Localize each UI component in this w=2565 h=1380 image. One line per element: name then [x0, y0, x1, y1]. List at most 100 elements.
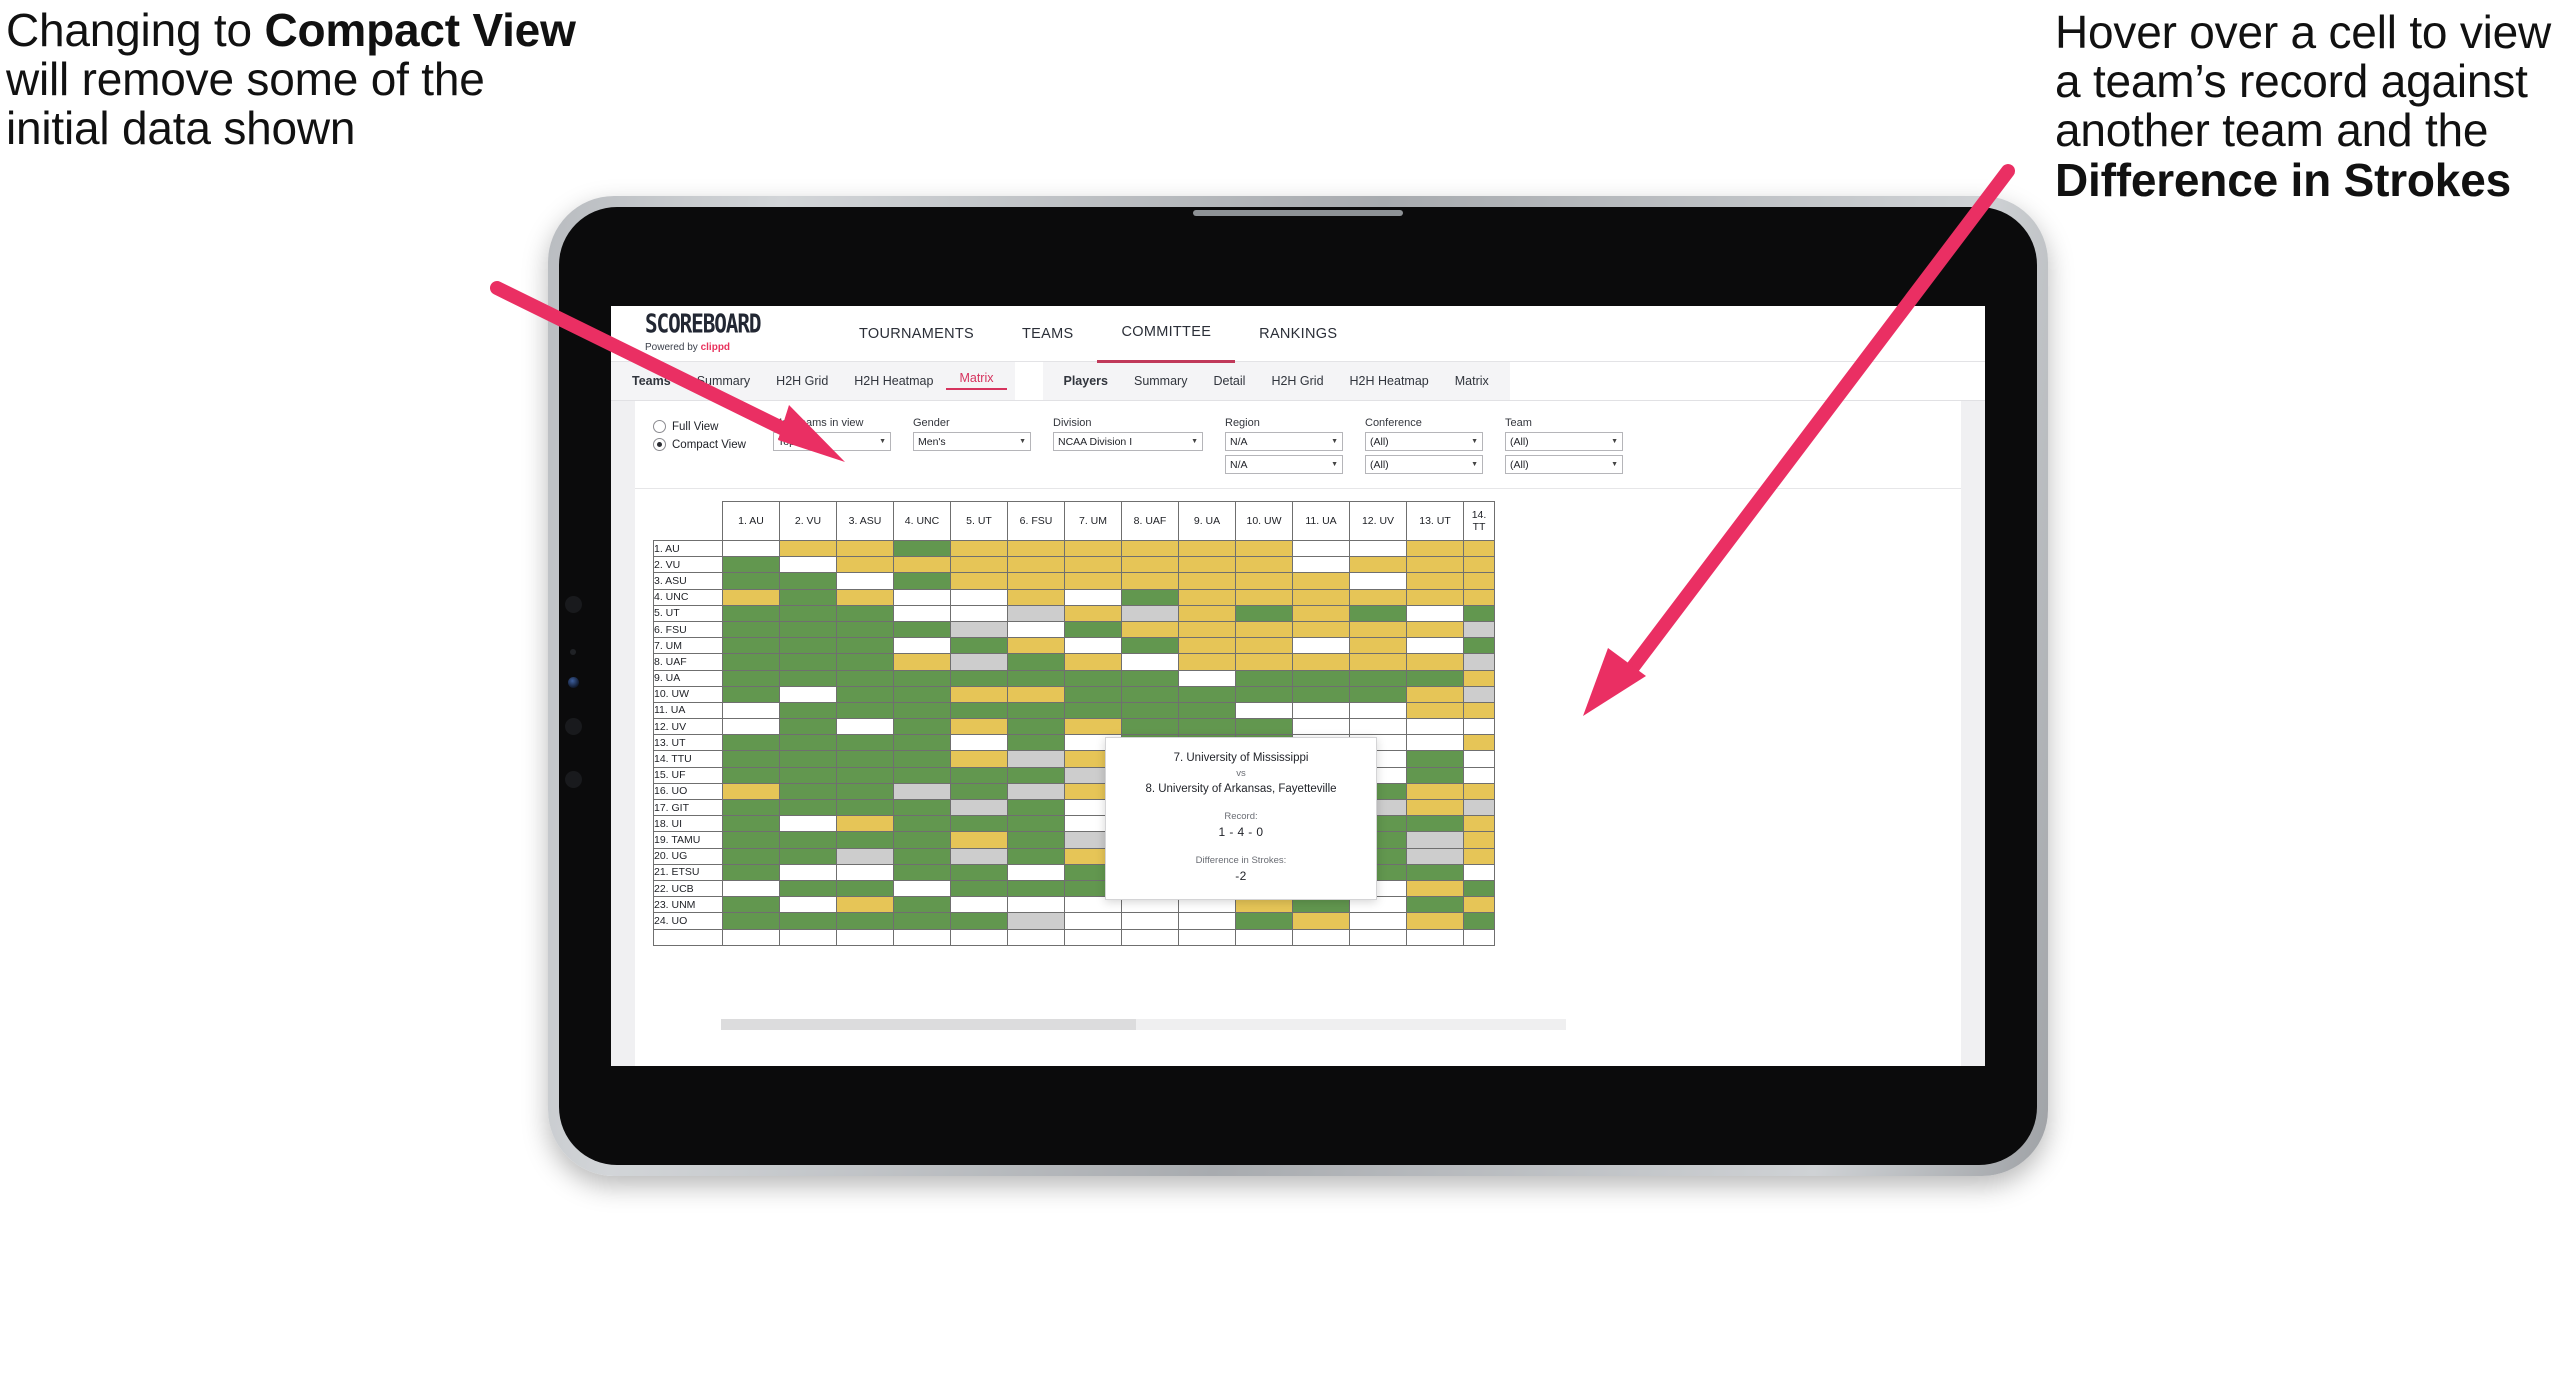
matrix-cell[interactable] — [836, 685, 894, 703]
subtab-teams[interactable]: Teams — [619, 375, 684, 388]
matrix-row-header[interactable]: 17. GIT — [653, 798, 723, 817]
matrix-cell[interactable] — [1349, 539, 1407, 558]
matrix-cell[interactable] — [722, 701, 780, 720]
matrix-cell[interactable] — [1349, 637, 1407, 655]
subtab-teams-summary[interactable]: Summary — [684, 375, 763, 388]
matrix-cell[interactable] — [1178, 669, 1236, 687]
matrix-cell[interactable] — [1292, 604, 1350, 622]
matrix-cell[interactable] — [893, 847, 951, 865]
matrix-cell[interactable] — [722, 653, 780, 671]
matrix-cell[interactable] — [779, 653, 837, 671]
matrix-cell[interactable] — [950, 847, 1008, 865]
matrix-cell[interactable] — [950, 685, 1008, 703]
matrix-cell[interactable] — [1064, 653, 1122, 671]
matrix-cell[interactable] — [893, 556, 951, 574]
matrix-cell[interactable] — [836, 766, 894, 784]
matrix-cell[interactable] — [1235, 718, 1293, 736]
matrix-cell[interactable] — [836, 912, 894, 930]
matrix-row-header[interactable]: 19. TAMU — [653, 831, 723, 849]
matrix-scrollbar-thumb[interactable] — [721, 1019, 1136, 1030]
matrix-cell[interactable] — [1406, 815, 1464, 833]
matrix-cell[interactable] — [722, 782, 780, 801]
filter-team-select-secondary[interactable]: (All) ▼ — [1505, 455, 1623, 474]
matrix-cell[interactable] — [722, 620, 780, 639]
tab-tournaments[interactable]: TOURNAMENTS — [835, 306, 998, 361]
matrix-cell[interactable] — [1007, 620, 1065, 639]
matrix-cell[interactable] — [1064, 539, 1122, 558]
filter-region-select[interactable]: N/A ▼ — [1225, 432, 1343, 451]
matrix-cell[interactable] — [836, 831, 894, 849]
matrix-row-header[interactable]: 20. UG — [653, 847, 723, 865]
matrix-cell[interactable] — [779, 766, 837, 784]
matrix-cell[interactable] — [779, 798, 837, 817]
matrix-cell[interactable] — [1406, 620, 1464, 639]
matrix-cell[interactable] — [1292, 718, 1350, 736]
matrix-cell[interactable] — [779, 750, 837, 768]
matrix-cell[interactable] — [1235, 539, 1293, 558]
matrix-cell[interactable] — [950, 879, 1008, 898]
matrix-cell[interactable] — [722, 718, 780, 736]
subtab-players-h2h-heatmap[interactable]: H2H Heatmap — [1337, 375, 1442, 388]
matrix-cell[interactable] — [893, 782, 951, 801]
matrix-cell[interactable] — [779, 685, 837, 703]
matrix-cell[interactable] — [1463, 539, 1495, 558]
matrix-cell[interactable] — [950, 896, 1008, 914]
matrix-cell[interactable] — [1007, 637, 1065, 655]
matrix-cell[interactable] — [1463, 815, 1495, 833]
matrix-cell[interactable] — [1235, 556, 1293, 574]
matrix-cell[interactable] — [836, 798, 894, 817]
matrix-cell[interactable] — [779, 701, 837, 720]
matrix-cell[interactable] — [779, 863, 837, 881]
matrix-col-header[interactable]: 3. ASU — [836, 501, 894, 541]
matrix-cell[interactable] — [1406, 766, 1464, 784]
matrix-cell[interactable] — [722, 604, 780, 622]
matrix-cell[interactable] — [1463, 572, 1495, 590]
matrix-cell[interactable] — [893, 718, 951, 736]
matrix-cell[interactable] — [722, 912, 780, 930]
matrix-cell[interactable] — [1406, 718, 1464, 736]
matrix-cell[interactable] — [1349, 604, 1407, 622]
matrix-cell[interactable] — [1463, 620, 1495, 639]
matrix-cell[interactable] — [1178, 701, 1236, 720]
matrix-col-header[interactable]: 12. UV — [1349, 501, 1407, 541]
matrix-cell[interactable] — [1064, 637, 1122, 655]
matrix-cell[interactable] — [1235, 685, 1293, 703]
matrix-cell[interactable] — [1121, 588, 1179, 606]
matrix-cell[interactable] — [1007, 879, 1065, 898]
matrix-cell[interactable] — [836, 620, 894, 639]
matrix-cell[interactable] — [1007, 718, 1065, 736]
matrix-cell[interactable] — [836, 815, 894, 833]
matrix-cell[interactable] — [722, 831, 780, 849]
matrix-cell[interactable] — [893, 896, 951, 914]
matrix-cell[interactable] — [722, 879, 780, 898]
matrix-cell[interactable] — [1121, 604, 1179, 622]
matrix-row-header[interactable]: 4. UNC — [653, 588, 723, 606]
matrix-cell[interactable] — [1463, 637, 1495, 655]
matrix-cell[interactable] — [1007, 669, 1065, 687]
matrix-cell[interactable] — [836, 734, 894, 752]
matrix-row-header[interactable]: 2. VU — [653, 556, 723, 574]
matrix-cell[interactable] — [1235, 669, 1293, 687]
matrix-cell[interactable] — [1007, 815, 1065, 833]
matrix-cell[interactable] — [1007, 847, 1065, 865]
matrix-cell[interactable] — [1064, 588, 1122, 606]
matrix-col-header[interactable]: 6. FSU — [1007, 501, 1065, 541]
matrix-cell[interactable] — [779, 588, 837, 606]
matrix-row-header[interactable]: 15. UF — [653, 766, 723, 784]
radio-full-view[interactable]: Full View — [653, 420, 773, 433]
matrix-cell[interactable] — [836, 572, 894, 590]
matrix-cell[interactable] — [893, 637, 951, 655]
matrix-cell[interactable] — [1178, 653, 1236, 671]
matrix-cell[interactable] — [950, 766, 1008, 784]
matrix-row-header[interactable]: 9. UA — [653, 669, 723, 687]
filter-division-select[interactable]: NCAA Division I ▼ — [1053, 432, 1203, 451]
matrix-cell[interactable] — [1349, 653, 1407, 671]
matrix-cell[interactable] — [1463, 685, 1495, 703]
matrix-cell[interactable] — [1463, 669, 1495, 687]
matrix-cell[interactable] — [893, 701, 951, 720]
subtab-players-summary[interactable]: Summary — [1121, 375, 1200, 388]
matrix-cell[interactable] — [1463, 847, 1495, 865]
matrix-cell[interactable] — [1349, 912, 1407, 930]
matrix-row-header[interactable]: 5. UT — [653, 604, 723, 622]
subtab-players-detail[interactable]: Detail — [1200, 375, 1258, 388]
